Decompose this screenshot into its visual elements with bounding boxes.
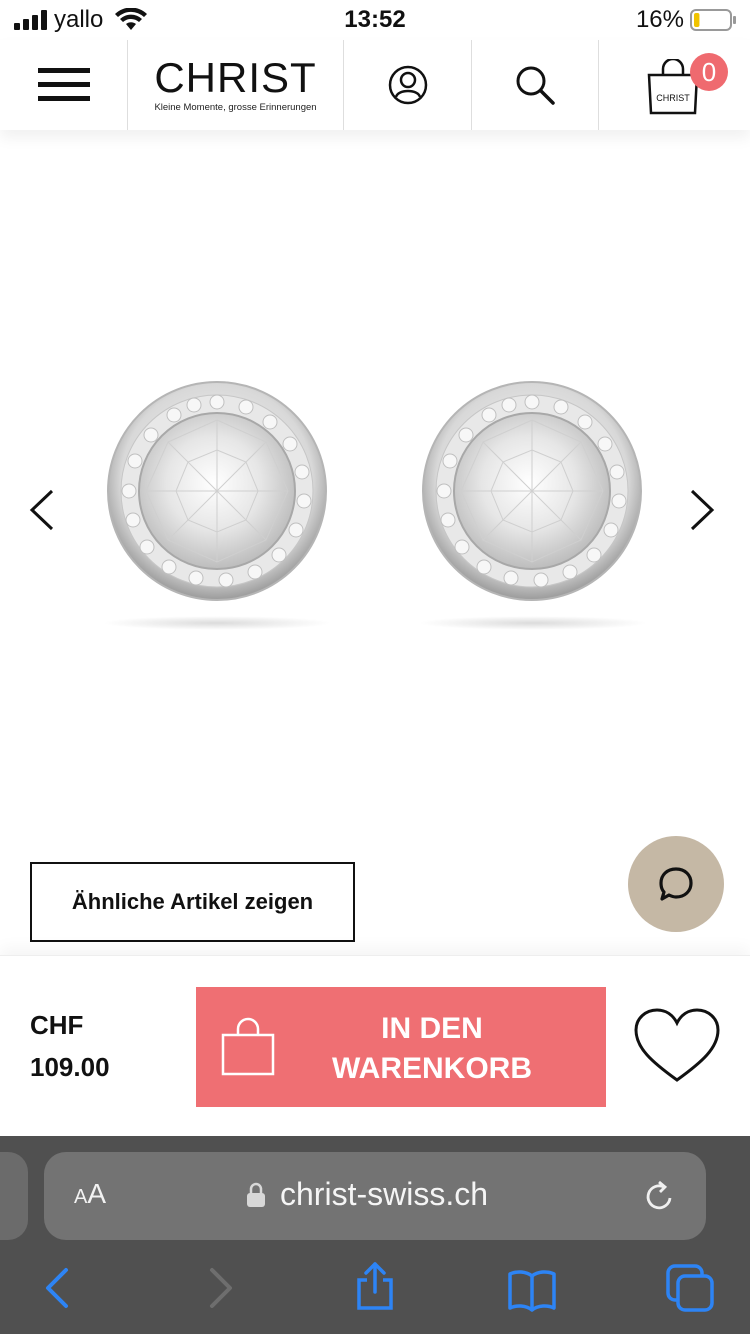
hamburger-menu-icon	[37, 68, 90, 101]
product-image-left-earring	[107, 381, 327, 601]
tabs-icon[interactable]	[666, 1264, 714, 1312]
add-to-cart-button[interactable]: IN DEN WARENKORB	[196, 987, 606, 1107]
logo-wordmark: CHRIST	[154, 54, 317, 101]
status-bar: yallo 13:52 16%	[0, 0, 750, 40]
chevron-right-icon[interactable]	[682, 485, 722, 535]
search-icon	[516, 66, 555, 105]
back-icon[interactable]	[34, 1264, 82, 1312]
battery-percent: 16%	[635, 6, 684, 33]
product-image-right-earring	[422, 381, 642, 601]
price-value: 109.00	[30, 1052, 110, 1082]
search-button[interactable]	[472, 40, 598, 130]
price-currency: CHF	[30, 1010, 84, 1040]
battery-icon	[690, 9, 736, 31]
share-icon[interactable]	[351, 1262, 399, 1310]
url-text: christ-swiss.ch	[280, 1176, 489, 1212]
forward-icon[interactable]	[196, 1264, 244, 1312]
add-to-cart-label: IN DEN WARENKORB	[296, 1009, 568, 1089]
reader-settings-button[interactable]: AA	[74, 1178, 106, 1210]
purchase-bar: CHF 109.00 IN DEN WARENKORB	[0, 955, 750, 1136]
address-bar[interactable]: AA christ-swiss.ch	[44, 1152, 706, 1240]
account-icon	[388, 65, 427, 105]
bookmarks-icon[interactable]	[508, 1266, 556, 1314]
bag-label: CHRIST	[656, 93, 690, 103]
account-button[interactable]	[344, 40, 471, 130]
logo-tagline: Kleine Momente, grosse Erinnerungen	[154, 102, 317, 113]
previous-tab-peek[interactable]	[0, 1152, 28, 1240]
cta-label-line1: IN DEN	[381, 1012, 483, 1045]
cart-count-badge: 0	[690, 53, 728, 91]
earring-shadow	[418, 616, 648, 630]
product-gallery[interactable]	[0, 130, 750, 890]
similar-items-button[interactable]: Ähnliche Artikel zeigen	[30, 862, 355, 942]
heart-icon[interactable]	[632, 1006, 722, 1086]
cart-button[interactable]: CHRIST	[599, 40, 750, 130]
site-header: CHRIST Kleine Momente, grosse Erinnerung…	[0, 40, 750, 130]
reload-icon[interactable]	[642, 1178, 678, 1214]
menu-button[interactable]	[0, 40, 127, 130]
chevron-left-icon[interactable]	[22, 485, 62, 535]
brand-logo[interactable]: CHRIST Kleine Momente, grosse Erinnerung…	[128, 40, 343, 130]
cta-label-line2: WARENKORB	[332, 1052, 532, 1085]
shopping-bag-icon	[221, 1017, 275, 1076]
browser-toolbar: AA christ-swiss.ch	[0, 1136, 750, 1334]
chat-bubble-icon	[659, 867, 693, 901]
chat-button[interactable]	[628, 836, 724, 932]
earring-shadow	[102, 616, 332, 630]
lock-icon	[247, 1182, 265, 1207]
